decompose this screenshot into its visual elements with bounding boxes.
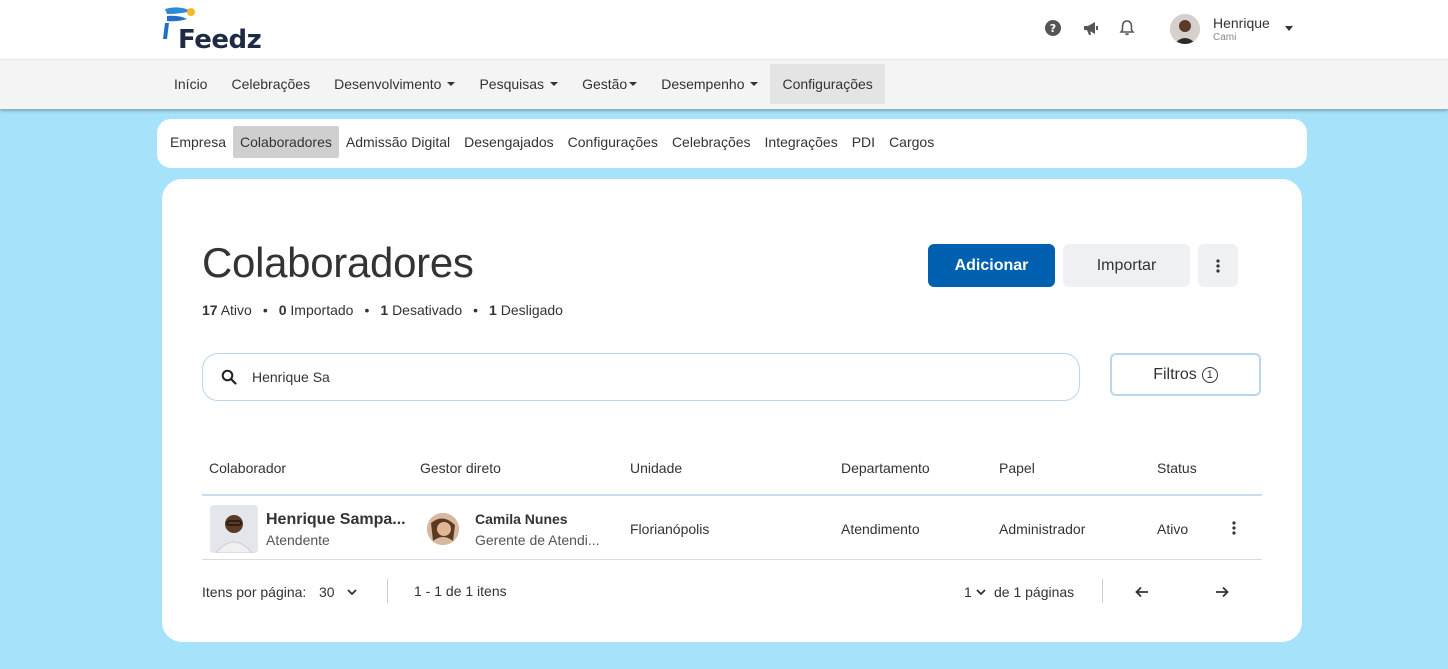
megaphone-icon[interactable] [1081,18,1101,38]
divider [387,579,388,603]
column-header-gestor[interactable]: Gestor direto [420,460,501,476]
page-select[interactable]: 1 [964,579,986,605]
divider [1102,579,1103,603]
manager-role: Gerente de Atendi... [475,532,600,548]
user-company: Cami [1213,31,1237,43]
svg-text:?: ? [1050,22,1056,35]
nav-item-inicio[interactable]: Início [162,64,219,104]
chevron-down-icon [346,588,357,595]
stat-desligado: 1 Desligado [489,302,563,318]
separator-dot: • [364,302,370,318]
search-icon [221,369,237,385]
caret-down-icon [629,82,638,86]
nav-item-desenvolvimento[interactable]: Desenvolvimento [322,64,467,104]
page-title: Colaboradores [202,239,474,286]
filters-button[interactable]: Filtros 1 [1110,353,1261,396]
vertical-dots-icon [1232,521,1236,535]
papel-cell: Administrador [999,521,1086,537]
subnav-desengajados[interactable]: Desengajados [457,126,561,158]
user-avatar [1170,14,1200,44]
subnav-integracoes[interactable]: Integrações [758,126,845,158]
feedz-logo[interactable]: Feedz [161,5,262,55]
vertical-dots-icon [1216,258,1220,273]
previous-page-button[interactable] [1130,580,1154,604]
colaboradores-card: Colaboradores Adicionar Importar 17 Ativ… [162,179,1302,642]
chevron-down-icon [1285,26,1293,31]
user-name: Henrique [1213,14,1270,31]
caret-down-icon [550,82,559,86]
settings-subnav: Empresa Colaboradores Admissão Digital D… [157,119,1307,168]
subnav-configuracoes[interactable]: Configurações [561,126,665,158]
employee-role: Atendente [266,532,330,548]
import-button[interactable]: Importar [1063,244,1190,287]
manager-name: Camila Nunes [475,511,568,527]
help-icon[interactable]: ? [1043,18,1063,38]
subnav-pdi[interactable]: PDI [845,126,882,158]
column-header-papel[interactable]: Papel [999,460,1035,476]
caret-down-icon [750,82,759,86]
filters-count-badge: 1 [1201,366,1218,383]
top-bar: Feedz ? Henrique Cami [0,0,1448,59]
caret-down-icon [447,82,456,86]
logo-text: Feedz [178,25,262,55]
status-cell: Ativo [1157,521,1189,537]
subnav-empresa[interactable]: Empresa [163,126,233,158]
manager-avatar [427,513,459,545]
next-page-button[interactable] [1210,580,1234,604]
subnav-admissao-digital[interactable]: Admissão Digital [339,126,457,158]
stat-desativado: 1 Desativado [380,302,463,318]
subnav-colaboradores[interactable]: Colaboradores [233,126,339,158]
column-header-departamento[interactable]: Departamento [841,460,930,476]
per-page-select[interactable]: 30 [319,579,357,605]
search-box [202,353,1080,401]
nav-item-pesquisas[interactable]: Pesquisas [467,64,570,104]
column-header-unidade[interactable]: Unidade [630,460,682,476]
column-header-colaborador[interactable]: Colaborador [209,460,286,476]
arrow-left-icon [1135,586,1148,598]
chevron-down-icon [976,588,986,595]
bell-icon[interactable] [1117,18,1137,38]
add-button[interactable]: Adicionar [928,244,1055,287]
per-page-label: Itens por página: [202,584,307,600]
separator-dot: • [473,302,479,318]
stat-importado: 0 Importado [278,302,354,318]
employee-name[interactable]: Henrique Sampa... [266,511,406,529]
nav-item-celebracoes[interactable]: Celebrações [219,64,322,104]
pages-total: de 1 páginas [994,584,1075,600]
subnav-celebracoes[interactable]: Celebrações [665,126,758,158]
more-options-button[interactable] [1198,244,1238,287]
search-input[interactable] [252,369,1032,385]
separator-dot: • [262,302,268,318]
column-header-status[interactable]: Status [1157,460,1197,476]
subnav-cargos[interactable]: Cargos [882,126,941,158]
user-menu[interactable]: Henrique Cami [1170,12,1293,46]
status-counts: 17 Ativo • 0 Importado • 1 Desativado • … [202,302,563,318]
table-row[interactable]: Henrique Sampa... Atendente Camila Nunes… [202,496,1262,560]
arrow-right-icon [1216,586,1229,598]
nav-item-configuracoes[interactable]: Configurações [770,64,885,104]
main-navigation: Início Celebrações Desenvolvimento Pesqu… [0,59,1448,109]
department-cell: Atendimento [841,521,920,537]
items-range: 1 - 1 de 1 itens [414,583,507,599]
row-actions-button[interactable] [1226,518,1242,538]
unit-cell: Florianópolis [630,521,710,537]
pagination: Itens por página: 30 1 - 1 de 1 itens 1 … [202,579,1262,605]
employee-photo [210,505,258,553]
nav-item-gestao[interactable]: Gestão [570,64,649,104]
nav-item-desempenho[interactable]: Desempenho [649,64,770,104]
stat-ativo: 17 Ativo [202,302,252,318]
